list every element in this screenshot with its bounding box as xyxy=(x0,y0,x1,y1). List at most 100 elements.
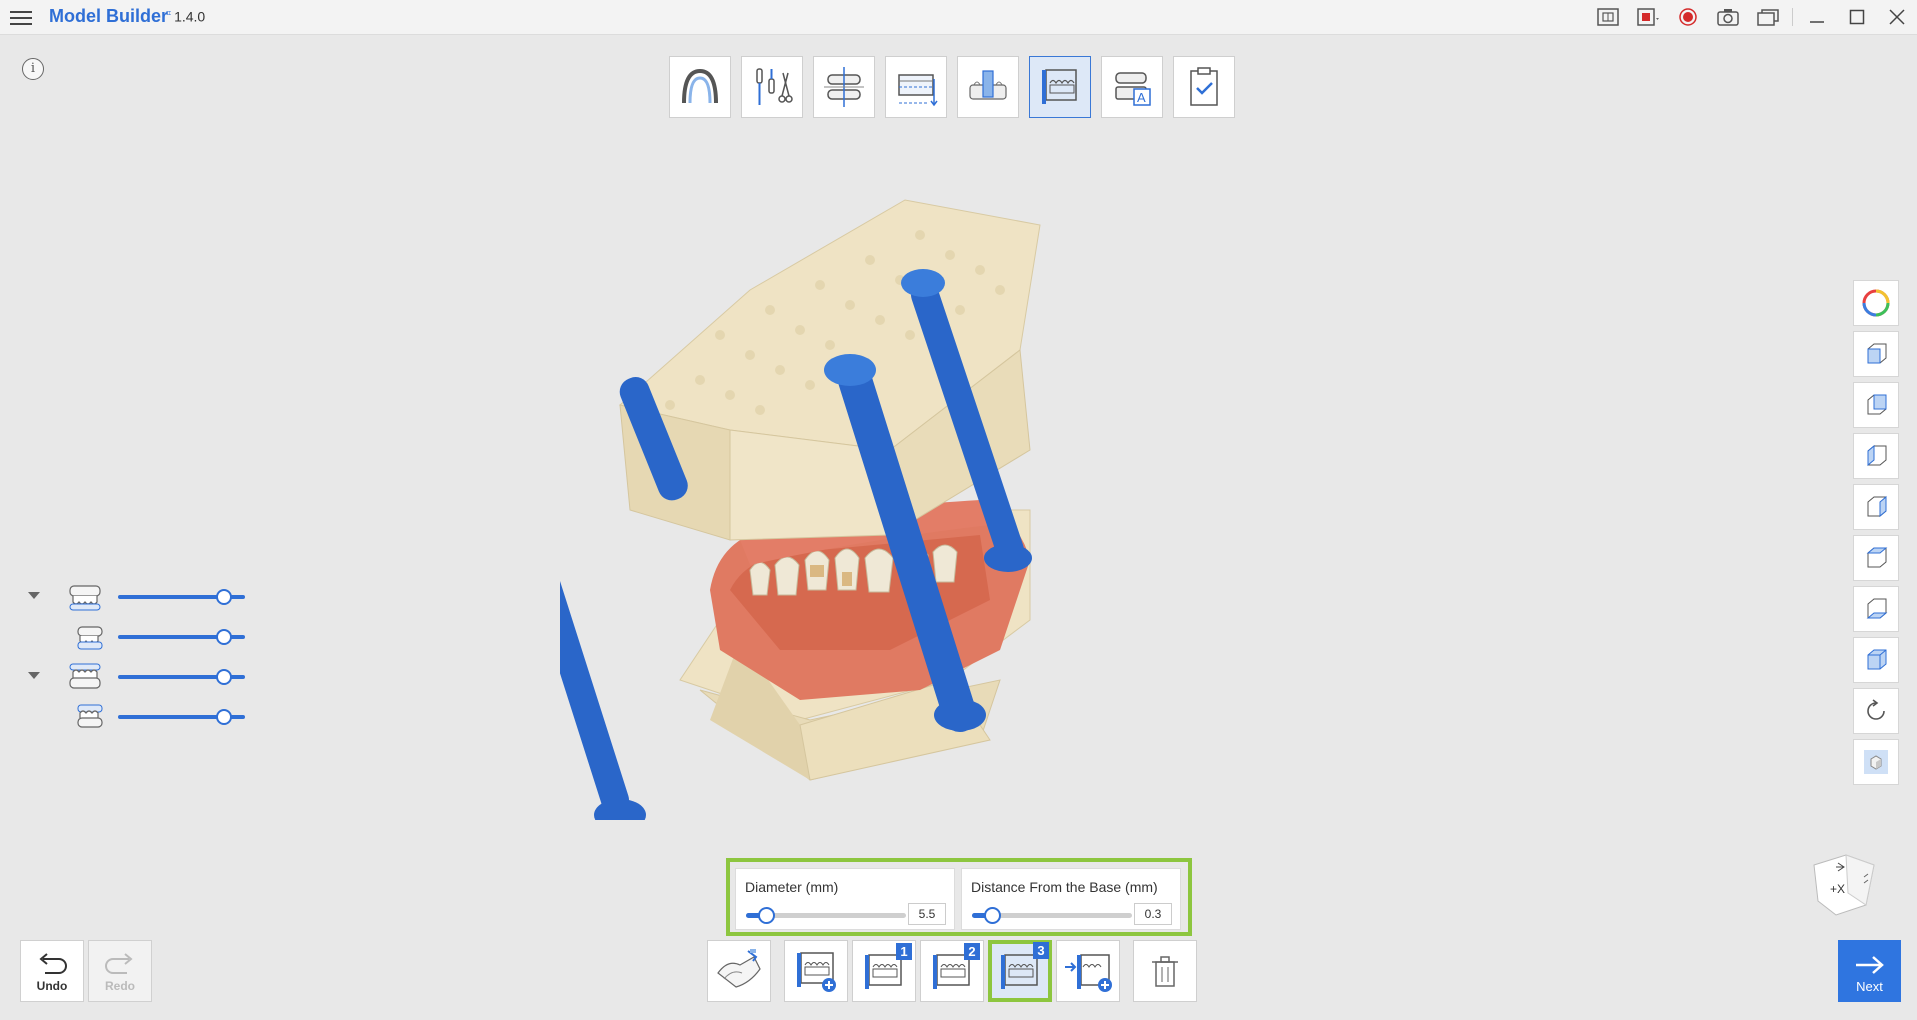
minimize-icon[interactable] xyxy=(1797,0,1837,34)
diameter-slider-knob[interactable] xyxy=(758,907,775,924)
redo-label: Redo xyxy=(105,979,135,993)
arch-icon xyxy=(682,68,718,104)
hamburger-menu-icon[interactable] xyxy=(10,7,32,27)
connector-tools: 1 2 3 xyxy=(707,940,1201,1002)
svg-text:A: A xyxy=(1137,90,1146,105)
step-tools[interactable] xyxy=(741,56,803,118)
info-button[interactable]: i xyxy=(22,58,44,80)
base-height-icon xyxy=(898,74,938,107)
arrow-right-icon xyxy=(1855,956,1884,974)
close-icon[interactable] xyxy=(1877,0,1917,34)
occlusal-plane-icon xyxy=(824,67,864,107)
flip-model-button[interactable] xyxy=(707,940,771,1002)
step-base-height[interactable] xyxy=(885,56,947,118)
connector-settings-panel: Diameter (mm) 5.5 Distance From the Base… xyxy=(726,858,1192,936)
layer-row xyxy=(26,658,246,698)
opacity-slider-knob[interactable] xyxy=(216,629,232,645)
step-label[interactable]: A xyxy=(1101,56,1163,118)
screens-icon[interactable] xyxy=(1748,0,1788,34)
bottom-view-icon[interactable] xyxy=(1853,586,1899,632)
front-view-icon[interactable] xyxy=(1853,331,1899,377)
app-title: Model Builder xyxy=(49,6,169,26)
diameter-slider[interactable] xyxy=(746,907,906,924)
insert-connector-icon xyxy=(1065,954,1112,992)
trash-icon xyxy=(1152,956,1178,987)
distance-slider-knob[interactable] xyxy=(984,907,1001,924)
reset-rotation-icon[interactable] xyxy=(1853,688,1899,734)
lower-jaw-scan-icon[interactable] xyxy=(76,702,104,737)
maximize-icon[interactable] xyxy=(1837,0,1877,34)
label-icon: A xyxy=(1115,72,1151,106)
opacity-slider-knob[interactable] xyxy=(216,669,232,685)
back-view-icon[interactable] xyxy=(1853,382,1899,428)
right-view-icon[interactable] xyxy=(1853,484,1899,530)
connector-1-badge: 1 xyxy=(896,943,912,960)
distance-slider[interactable] xyxy=(972,907,1132,924)
undo-icon xyxy=(39,953,67,974)
undo-label: Undo xyxy=(36,979,68,993)
diameter-value-input[interactable]: 5.5 xyxy=(908,903,946,925)
camera-icon[interactable] xyxy=(1708,0,1748,34)
checklist-icon xyxy=(1190,67,1218,106)
view-toolbar xyxy=(1853,280,1901,790)
top-view-icon[interactable] xyxy=(1853,535,1899,581)
lower-jaw-model-icon[interactable] xyxy=(68,662,102,697)
connector-3-button[interactable]: 3 xyxy=(988,940,1052,1002)
delete-button[interactable] xyxy=(1133,940,1197,1002)
version-mark: ⌗ xyxy=(166,8,172,18)
record-icon[interactable] xyxy=(1668,0,1708,34)
left-view-icon[interactable] xyxy=(1853,433,1899,479)
color-wheel-icon[interactable] xyxy=(1853,280,1899,326)
opacity-slider-knob[interactable] xyxy=(216,709,232,725)
connector-1-button[interactable]: 1 xyxy=(852,940,916,1002)
record-area-icon[interactable] xyxy=(1628,0,1668,34)
upper-jaw-scan-icon[interactable] xyxy=(76,622,104,657)
distance-value-input[interactable]: 0.3 xyxy=(1134,903,1172,925)
next-label: Next xyxy=(1856,979,1883,994)
step-model-base[interactable] xyxy=(1029,56,1091,118)
next-button[interactable]: Next xyxy=(1838,940,1901,1002)
tools-cut-icon xyxy=(756,68,793,105)
step-tooth-die[interactable] xyxy=(957,56,1019,118)
expand-arrow-icon[interactable] xyxy=(28,592,40,599)
diameter-setting: Diameter (mm) 5.5 xyxy=(735,868,955,930)
layer-row xyxy=(26,618,246,658)
redo-button[interactable]: Redo xyxy=(88,940,152,1002)
version-number: 1.4.0 xyxy=(174,8,206,25)
title-bar: Model Builder ⌗ 1.4.0 xyxy=(0,0,1917,35)
connector-2-button[interactable]: 2 xyxy=(920,940,984,1002)
redo-icon xyxy=(105,953,133,974)
navcube-face-label: +X xyxy=(1830,882,1845,896)
3d-model-viewport[interactable] xyxy=(488,180,1280,831)
layer-row xyxy=(26,698,246,738)
title-bar-separator xyxy=(1792,8,1793,26)
distance-label: Distance From the Base (mm) xyxy=(971,879,1158,895)
dental-model-render xyxy=(488,199,1041,831)
step-occlusal-plane[interactable] xyxy=(813,56,875,118)
add-connector-icon xyxy=(797,952,836,992)
layout-icon[interactable] xyxy=(1588,0,1628,34)
iso-view-icon[interactable] xyxy=(1853,637,1899,683)
connector-2-badge: 2 xyxy=(964,943,980,960)
layer-row xyxy=(26,578,246,618)
solid-view-icon[interactable] xyxy=(1853,739,1899,785)
opacity-slider-knob[interactable] xyxy=(216,589,232,605)
workflow-stepper: A xyxy=(669,56,1235,118)
layer-opacity-panel xyxy=(26,578,246,738)
title-bar-controls xyxy=(1588,0,1917,34)
app-version: ⌗ 1.4.0 xyxy=(166,8,205,25)
add-connector-button[interactable] xyxy=(784,940,848,1002)
connector-3-badge: 3 xyxy=(1033,942,1049,959)
upper-jaw-model-icon[interactable] xyxy=(68,582,102,617)
insert-connector-button[interactable] xyxy=(1056,940,1120,1002)
distance-setting: Distance From the Base (mm) 0.3 xyxy=(961,868,1181,930)
undo-button[interactable]: Undo xyxy=(20,940,84,1002)
diameter-label: Diameter (mm) xyxy=(745,879,839,895)
flip-model-icon xyxy=(717,949,761,988)
step-checklist[interactable] xyxy=(1173,56,1235,118)
step-arch[interactable] xyxy=(669,56,731,118)
navigation-cube[interactable]: +X xyxy=(1808,845,1880,917)
tooth-die-icon xyxy=(969,70,1007,100)
expand-arrow-icon[interactable] xyxy=(28,672,40,679)
model-base-icon xyxy=(1042,69,1077,104)
